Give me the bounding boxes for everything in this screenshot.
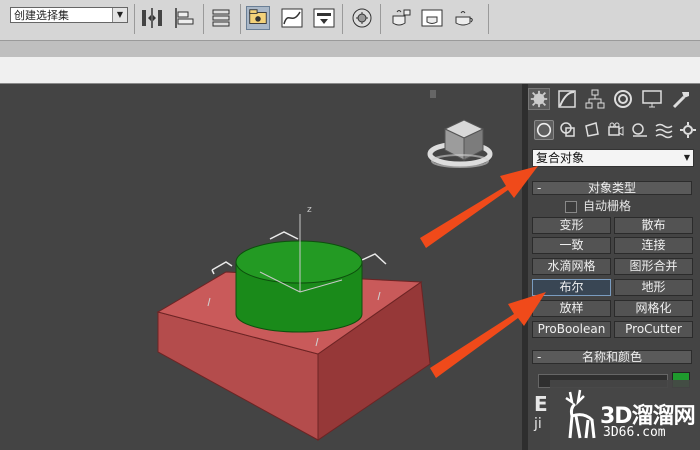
toolbar-divider bbox=[380, 4, 381, 34]
conform-button[interactable]: 一致 bbox=[532, 237, 611, 254]
cameras-subtab-icon[interactable] bbox=[606, 120, 626, 140]
autogrid-checkbox[interactable]: 自动栅格 bbox=[565, 199, 675, 213]
axis-label-z: z bbox=[307, 205, 312, 215]
shapes-subtab-icon[interactable] bbox=[558, 120, 578, 140]
utilities-tab-icon[interactable] bbox=[670, 88, 692, 110]
blobmesh-button[interactable]: 水滴网格 bbox=[532, 258, 611, 275]
autogrid-label: 自动栅格 bbox=[583, 199, 632, 213]
scene-explorer-icon[interactable] bbox=[246, 6, 270, 30]
lights-subtab-icon[interactable] bbox=[582, 120, 602, 140]
connect-button[interactable]: 连接 bbox=[614, 237, 693, 254]
proboolean-button[interactable]: ProBoolean bbox=[532, 321, 611, 338]
category-dropdown[interactable]: 复合对象 ▼ bbox=[532, 149, 694, 167]
toolbar-divider bbox=[488, 4, 489, 34]
chevron-down-icon[interactable]: ▼ bbox=[112, 8, 127, 22]
material-editor-icon[interactable] bbox=[350, 6, 374, 30]
modify-tab-icon[interactable] bbox=[556, 88, 578, 110]
toolbar-divider bbox=[342, 4, 343, 34]
terrain-button[interactable]: 地形 bbox=[614, 279, 693, 296]
hierarchy-tab-icon[interactable] bbox=[584, 88, 606, 110]
obscured-text: E bbox=[534, 392, 548, 416]
align-icon[interactable] bbox=[172, 6, 196, 30]
watermark-url: 3D66.com bbox=[603, 425, 666, 440]
toolbar-divider bbox=[134, 4, 135, 34]
curve-editor-icon[interactable] bbox=[280, 6, 304, 30]
display-tab-icon[interactable] bbox=[641, 88, 663, 110]
mesher-button[interactable]: 网格化 bbox=[614, 300, 693, 317]
obscured-text: ji bbox=[534, 416, 542, 432]
chevron-down-icon[interactable]: ▼ bbox=[684, 150, 690, 166]
loft-button[interactable]: 放样 bbox=[532, 300, 611, 317]
render-setup-icon[interactable] bbox=[388, 6, 412, 30]
systems-subtab-icon[interactable] bbox=[678, 120, 698, 140]
cylinder-object[interactable] bbox=[235, 240, 363, 333]
perspective-viewport[interactable]: z bbox=[0, 84, 522, 450]
mirror-icon[interactable] bbox=[140, 6, 164, 30]
checkbox-box[interactable] bbox=[565, 200, 577, 213]
main-toolbar: 创建选择集 ▼ bbox=[0, 0, 700, 41]
geometry-subtab-icon[interactable] bbox=[534, 120, 554, 140]
selection-set-value: 创建选择集 bbox=[14, 9, 69, 22]
shapemerge-button[interactable]: 图形合并 bbox=[614, 258, 693, 275]
category-dropdown-value: 复合对象 bbox=[536, 151, 585, 165]
scatter-button[interactable]: 散布 bbox=[614, 217, 693, 234]
toolbar-divider bbox=[240, 4, 241, 34]
viewport-marker bbox=[430, 90, 436, 98]
selection-set-dropdown[interactable]: 创建选择集 ▼ bbox=[10, 7, 128, 23]
boolean-button[interactable]: 布尔 bbox=[532, 279, 611, 296]
object-type-rollout-header[interactable]: - 对象类型 bbox=[532, 181, 692, 195]
helpers-subtab-icon[interactable] bbox=[630, 120, 650, 140]
object-type-rollout-title: 对象类型 bbox=[587, 181, 636, 195]
name-color-rollout-title: 名称和颜色 bbox=[581, 350, 642, 364]
layer-manager-icon[interactable] bbox=[210, 6, 234, 30]
viewcube[interactable] bbox=[427, 119, 493, 168]
procutter-button[interactable]: ProCutter bbox=[614, 321, 693, 338]
create-tab-icon[interactable] bbox=[528, 88, 550, 110]
rendered-frame-window-icon[interactable] bbox=[420, 6, 444, 30]
ribbon-strip bbox=[0, 41, 700, 57]
toolbar-divider bbox=[203, 4, 204, 34]
deer-logo-icon bbox=[565, 389, 596, 439]
motion-tab-icon[interactable] bbox=[612, 88, 634, 110]
name-color-rollout-header[interactable]: - 名称和颜色 bbox=[532, 350, 692, 364]
ribbon-panel bbox=[0, 57, 700, 84]
render-production-icon[interactable] bbox=[452, 6, 476, 30]
morph-button[interactable]: 变形 bbox=[532, 217, 611, 234]
space-warps-subtab-icon[interactable] bbox=[654, 120, 674, 140]
schematic-view-icon[interactable] bbox=[312, 6, 336, 30]
